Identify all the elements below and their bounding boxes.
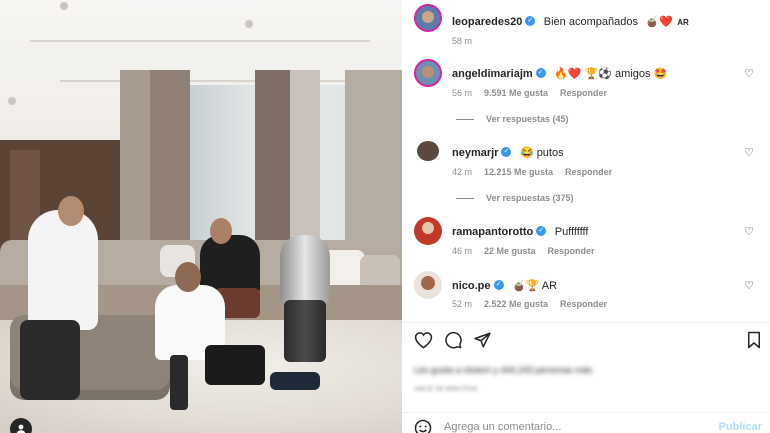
replies-dash [456, 118, 474, 120]
avatar[interactable] [414, 138, 442, 166]
comment-meta: 46 m 22 Me gusta Responder [452, 246, 595, 256]
user-tag-icon[interactable] [10, 418, 32, 433]
curtain [345, 70, 402, 260]
verified-badge-icon: ✓ [493, 279, 504, 290]
comment-time: 56 m [452, 88, 473, 98]
reply-button[interactable]: Responder [565, 167, 612, 177]
heart-icon[interactable]: ♡ [744, 146, 754, 159]
heart-icon[interactable]: ♡ [744, 279, 754, 292]
curtain [150, 70, 190, 260]
time-ago: HACE 58 MINUTOS [414, 386, 478, 393]
caption-emoji: 🧉❤️ [645, 16, 673, 28]
person-head [58, 196, 84, 226]
verified-badge-icon: ✓ [501, 146, 512, 157]
person-white-hoodie [28, 210, 98, 330]
comment-text: Pufffffff [554, 226, 589, 238]
person-head [210, 218, 232, 244]
comment-icon[interactable] [444, 331, 463, 354]
verified-badge-icon: ✓ [535, 67, 546, 78]
view-replies-label: Ver respuestas (45) [486, 114, 569, 124]
comment-time: 42 m [452, 167, 473, 177]
trophy [280, 235, 330, 305]
heart-icon[interactable] [414, 331, 433, 354]
comment-time: 52 m [452, 299, 473, 309]
comment-likes[interactable]: 9.591 Me gusta [484, 88, 548, 98]
comment-text: 🔥❤️ 🏆⚽ amigos 🤩 [554, 68, 668, 80]
flag-ar: AR [677, 18, 689, 27]
view-replies-label: Ver respuestas (375) [486, 193, 574, 203]
verified-badge-icon: ✓ [536, 225, 547, 236]
comment-username[interactable]: ramapantorotto [452, 226, 533, 238]
comment-row: neymarjr ✓ 😂 putos ♡ [414, 138, 760, 168]
ceiling-spotlight [245, 20, 253, 28]
ceiling-spotlight [60, 2, 68, 10]
comment-row: ramapantorotto ✓ Pufffffff ♡ [414, 217, 760, 247]
view-replies-button[interactable]: Ver respuestas (375) [456, 193, 574, 203]
comment-meta: 42 m 12.215 Me gusta Responder [452, 167, 612, 177]
post-caption: leoparedes20 ✓ Bien acompañados 🧉❤️ AR [414, 4, 760, 34]
avatar[interactable] [414, 59, 442, 87]
comment-meta: 56 m 9.591 Me gusta Responder [452, 88, 607, 98]
comment-likes[interactable]: 12.215 Me gusta [484, 167, 553, 177]
comment-row: angeldimariajm ✓ 🔥❤️ 🏆⚽ amigos 🤩 ♡ [414, 59, 760, 89]
emoji-icon[interactable] [414, 419, 432, 433]
comment-likes[interactable]: 22 Me gusta [484, 246, 536, 256]
comment-input[interactable]: Agrega un comentario... [444, 421, 561, 433]
likes-summary[interactable]: Les gusta a rdubon y 444,243 personas má… [414, 365, 592, 375]
comment-username[interactable]: neymarjr [452, 147, 498, 159]
curtain [255, 70, 290, 260]
comment-meta: 52 m 2.522 Me gusta Responder [452, 299, 607, 309]
avatar[interactable] [414, 271, 442, 299]
add-comment-bar: Agrega un comentario... Publicar [402, 412, 770, 433]
curtain [120, 70, 150, 260]
share-icon[interactable] [473, 331, 492, 354]
caption-time: 58 m [452, 36, 473, 46]
person-head [175, 262, 201, 292]
publish-button[interactable]: Publicar [719, 421, 762, 433]
replies-dash [456, 197, 474, 199]
ceiling-molding [30, 40, 370, 42]
comment-username[interactable]: nico.pe [452, 280, 491, 292]
comment-row: nico.pe ✓ 🧉🏆 AR ♡ [414, 271, 760, 301]
reply-button[interactable]: Responder [548, 246, 595, 256]
view-replies-button[interactable]: Ver respuestas (45) [456, 114, 569, 124]
caption-text: Bien acompañados [543, 16, 638, 28]
trophy-base [284, 300, 326, 362]
comment-text: 🧉🏆 AR [511, 280, 558, 292]
verified-badge-icon: ✓ [525, 15, 536, 26]
avatar[interactable] [414, 4, 442, 32]
person-legs [20, 320, 80, 400]
author-username[interactable]: leoparedes20 [452, 16, 522, 28]
comment-text: 😂 putos [519, 147, 564, 159]
curtain [290, 70, 320, 260]
heart-icon[interactable]: ♡ [744, 67, 754, 80]
action-bar [402, 322, 770, 362]
heart-icon[interactable]: ♡ [744, 225, 754, 238]
comment-username[interactable]: angeldimariajm [452, 68, 533, 80]
bookmark-icon[interactable] [746, 331, 762, 354]
comment-likes[interactable]: 2.522 Me gusta [484, 299, 548, 309]
person-feet [270, 372, 320, 390]
reply-button[interactable]: Responder [560, 299, 607, 309]
avatar[interactable] [414, 217, 442, 245]
bottle [170, 355, 188, 410]
post-photo[interactable] [0, 0, 402, 433]
comment-time: 46 m [452, 246, 473, 256]
ceiling-spotlight [8, 97, 16, 105]
reply-button[interactable]: Responder [560, 88, 607, 98]
person-shorts [205, 345, 265, 385]
